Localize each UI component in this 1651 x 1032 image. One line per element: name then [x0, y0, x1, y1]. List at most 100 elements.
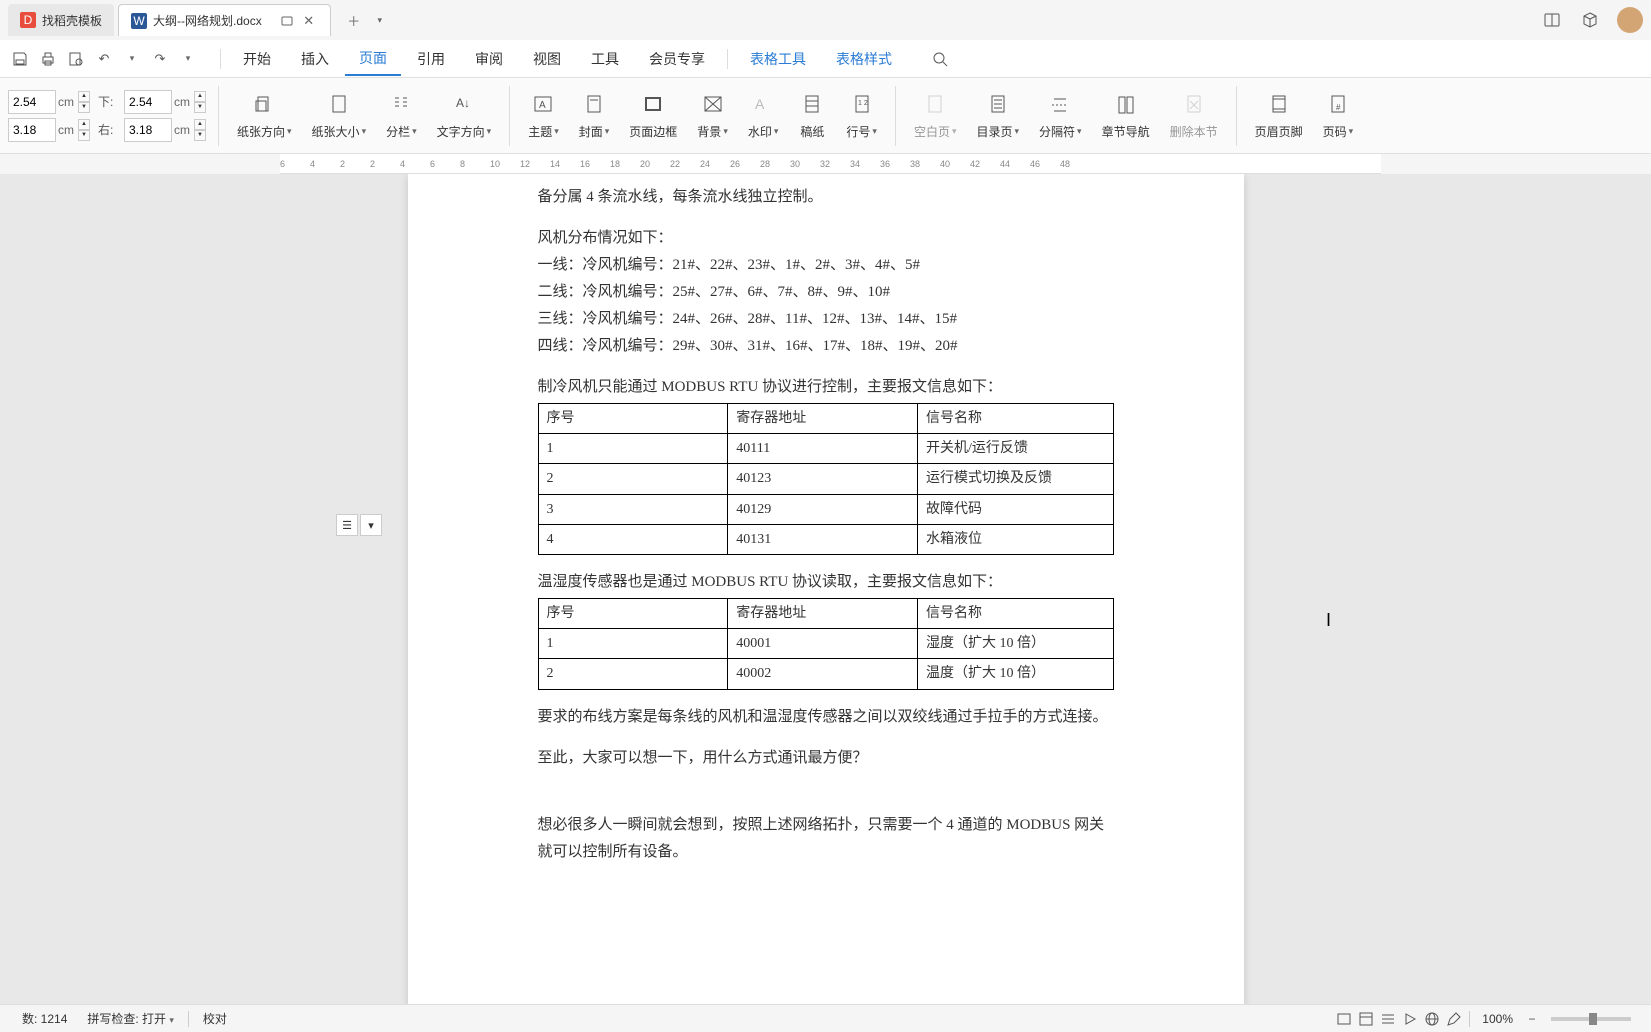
- tab-dropdown-icon[interactable]: ▾: [369, 9, 391, 31]
- user-avatar[interactable]: [1617, 7, 1643, 33]
- spin-up-icon[interactable]: ▲: [194, 119, 206, 130]
- menu-table-style[interactable]: 表格样式: [822, 43, 906, 75]
- read-mode-icon[interactable]: [1333, 1008, 1355, 1030]
- line-no-button[interactable]: 1 2 行号▾: [836, 87, 887, 144]
- table-cell[interactable]: 寄存器地址: [728, 404, 918, 434]
- table-cell[interactable]: 水箱液位: [918, 524, 1114, 554]
- table-cell[interactable]: 2: [538, 464, 728, 494]
- tab-close-icon[interactable]: ✕: [300, 12, 318, 30]
- page-no-button[interactable]: # 页码▾: [1313, 87, 1364, 144]
- header-footer-button[interactable]: 页眉页脚: [1245, 87, 1313, 144]
- print-icon[interactable]: [36, 47, 60, 71]
- theme-button[interactable]: A 主题▾: [518, 87, 569, 144]
- undo-dropdown-icon[interactable]: ▾: [120, 47, 144, 71]
- edit-icon[interactable]: [1443, 1008, 1465, 1030]
- menu-insert[interactable]: 插入: [287, 43, 343, 75]
- menu-view[interactable]: 视图: [519, 43, 575, 75]
- table-cell[interactable]: 3: [538, 494, 728, 524]
- zoom-slider[interactable]: [1551, 1017, 1631, 1021]
- table-cell[interactable]: 运行模式切换及反馈: [918, 464, 1114, 494]
- table-cell[interactable]: 40123: [728, 464, 918, 494]
- split-view-icon[interactable]: [1541, 9, 1563, 31]
- preview-icon[interactable]: [64, 47, 88, 71]
- watermark-button[interactable]: A 水印▾: [738, 87, 789, 144]
- spin-down-icon[interactable]: ▼: [194, 130, 206, 141]
- text-direction-button[interactable]: A↓ 文字方向▾: [427, 87, 502, 144]
- spin-down-icon[interactable]: ▼: [194, 102, 206, 113]
- column-button[interactable]: 分栏▾: [376, 87, 427, 144]
- margin-bottom-input[interactable]: [124, 90, 172, 114]
- tab-share-icon[interactable]: [278, 12, 296, 30]
- spin-down-icon[interactable]: ▼: [78, 102, 90, 113]
- table-cell[interactable]: 信号名称: [918, 598, 1114, 628]
- sensor-table[interactable]: 序号 寄存器地址 信号名称 1 40001 湿度（扩大 10 倍） 2 4000…: [538, 598, 1114, 690]
- border-button[interactable]: 页面边框: [619, 87, 687, 144]
- table-cell[interactable]: 40129: [728, 494, 918, 524]
- table-cell[interactable]: 温度（扩大 10 倍）: [918, 659, 1114, 689]
- table-cell[interactable]: 信号名称: [918, 404, 1114, 434]
- outline-button[interactable]: ☰: [336, 514, 358, 536]
- redo-icon[interactable]: ↷: [148, 47, 172, 71]
- redo-dropdown-icon[interactable]: ▾: [176, 47, 200, 71]
- modbus-table[interactable]: 序号 寄存器地址 信号名称 1 40111 开关机/运行反馈 2 40123 运…: [538, 403, 1114, 555]
- play-icon[interactable]: [1399, 1008, 1421, 1030]
- table-cell[interactable]: 1: [538, 629, 728, 659]
- cube-icon[interactable]: [1579, 9, 1601, 31]
- table-cell[interactable]: 序号: [538, 598, 728, 628]
- margin-right-input[interactable]: [124, 118, 172, 142]
- globe-icon[interactable]: [1421, 1008, 1443, 1030]
- menu-review[interactable]: 审阅: [461, 43, 517, 75]
- menu-member[interactable]: 会员专享: [635, 43, 719, 75]
- table-cell[interactable]: 40131: [728, 524, 918, 554]
- table-cell[interactable]: 40002: [728, 659, 918, 689]
- page-area[interactable]: ☰ ▾ I 备分属 4 条流水线，每条流水线独立控制。 风机分布情况如下： 一线…: [0, 174, 1651, 1012]
- tab-templates[interactable]: D 找稻壳模板: [8, 4, 114, 36]
- spell-check-status[interactable]: 拼写检查: 打开 ▾: [77, 1010, 184, 1027]
- menu-page[interactable]: 页面: [345, 42, 401, 76]
- proof-status[interactable]: 校对: [193, 1010, 237, 1027]
- new-tab-button[interactable]: ＋: [343, 9, 365, 31]
- zoom-level[interactable]: 100%: [1482, 1012, 1513, 1026]
- table-cell[interactable]: 故障代码: [918, 494, 1114, 524]
- undo-icon[interactable]: ↶: [92, 47, 116, 71]
- spin-up-icon[interactable]: ▲: [78, 91, 90, 102]
- table-cell[interactable]: 2: [538, 659, 728, 689]
- table-cell[interactable]: 湿度（扩大 10 倍）: [918, 629, 1114, 659]
- table-cell[interactable]: 40001: [728, 629, 918, 659]
- document-page[interactable]: 备分属 4 条流水线，每条流水线独立控制。 风机分布情况如下： 一线：冷风机编号…: [408, 174, 1244, 1012]
- save-icon[interactable]: [8, 47, 32, 71]
- margin-left-input[interactable]: [8, 118, 56, 142]
- list-mode-icon[interactable]: [1377, 1008, 1399, 1030]
- spin-up-icon[interactable]: ▲: [194, 91, 206, 102]
- menu-reference[interactable]: 引用: [403, 43, 459, 75]
- table-cell[interactable]: 序号: [538, 404, 728, 434]
- search-icon[interactable]: [928, 47, 952, 71]
- menu-tools[interactable]: 工具: [577, 43, 633, 75]
- menu-start[interactable]: 开始: [229, 43, 285, 75]
- toc-button[interactable]: 目录页▾: [966, 87, 1029, 144]
- table-cell[interactable]: 1: [538, 434, 728, 464]
- outline-dropdown-icon[interactable]: ▾: [360, 514, 382, 536]
- delete-section-button[interactable]: 删除本节: [1160, 87, 1228, 144]
- paper-direction-button[interactable]: 纸张方向▾: [227, 87, 302, 144]
- spin-down-icon[interactable]: ▼: [78, 130, 90, 141]
- tab-document[interactable]: W 大纲--网络规划.docx ✕: [118, 4, 331, 36]
- table-cell[interactable]: 寄存器地址: [728, 598, 918, 628]
- word-count[interactable]: 数: 1214: [12, 1010, 77, 1027]
- paper-size-button[interactable]: 纸张大小▾: [302, 87, 377, 144]
- blank-page-button[interactable]: 空白页▾: [904, 87, 967, 144]
- menu-table-tools[interactable]: 表格工具: [736, 43, 820, 75]
- spin-up-icon[interactable]: ▲: [78, 119, 90, 130]
- zoom-out-icon[interactable]: −: [1521, 1008, 1543, 1030]
- grid-button[interactable]: 稿纸: [788, 87, 836, 144]
- background-button[interactable]: 背景▾: [687, 87, 738, 144]
- cover-button[interactable]: 封面▾: [569, 87, 620, 144]
- table-cell[interactable]: 4: [538, 524, 728, 554]
- ruler[interactable]: 6422468101214161820222426283032343638404…: [0, 154, 1651, 174]
- page-mode-icon[interactable]: [1355, 1008, 1377, 1030]
- separator-button[interactable]: 分隔符▾: [1029, 87, 1092, 144]
- table-cell[interactable]: 40111: [728, 434, 918, 464]
- margin-top-input[interactable]: [8, 90, 56, 114]
- table-cell[interactable]: 开关机/运行反馈: [918, 434, 1114, 464]
- chapter-nav-button[interactable]: 章节导航: [1092, 87, 1160, 144]
